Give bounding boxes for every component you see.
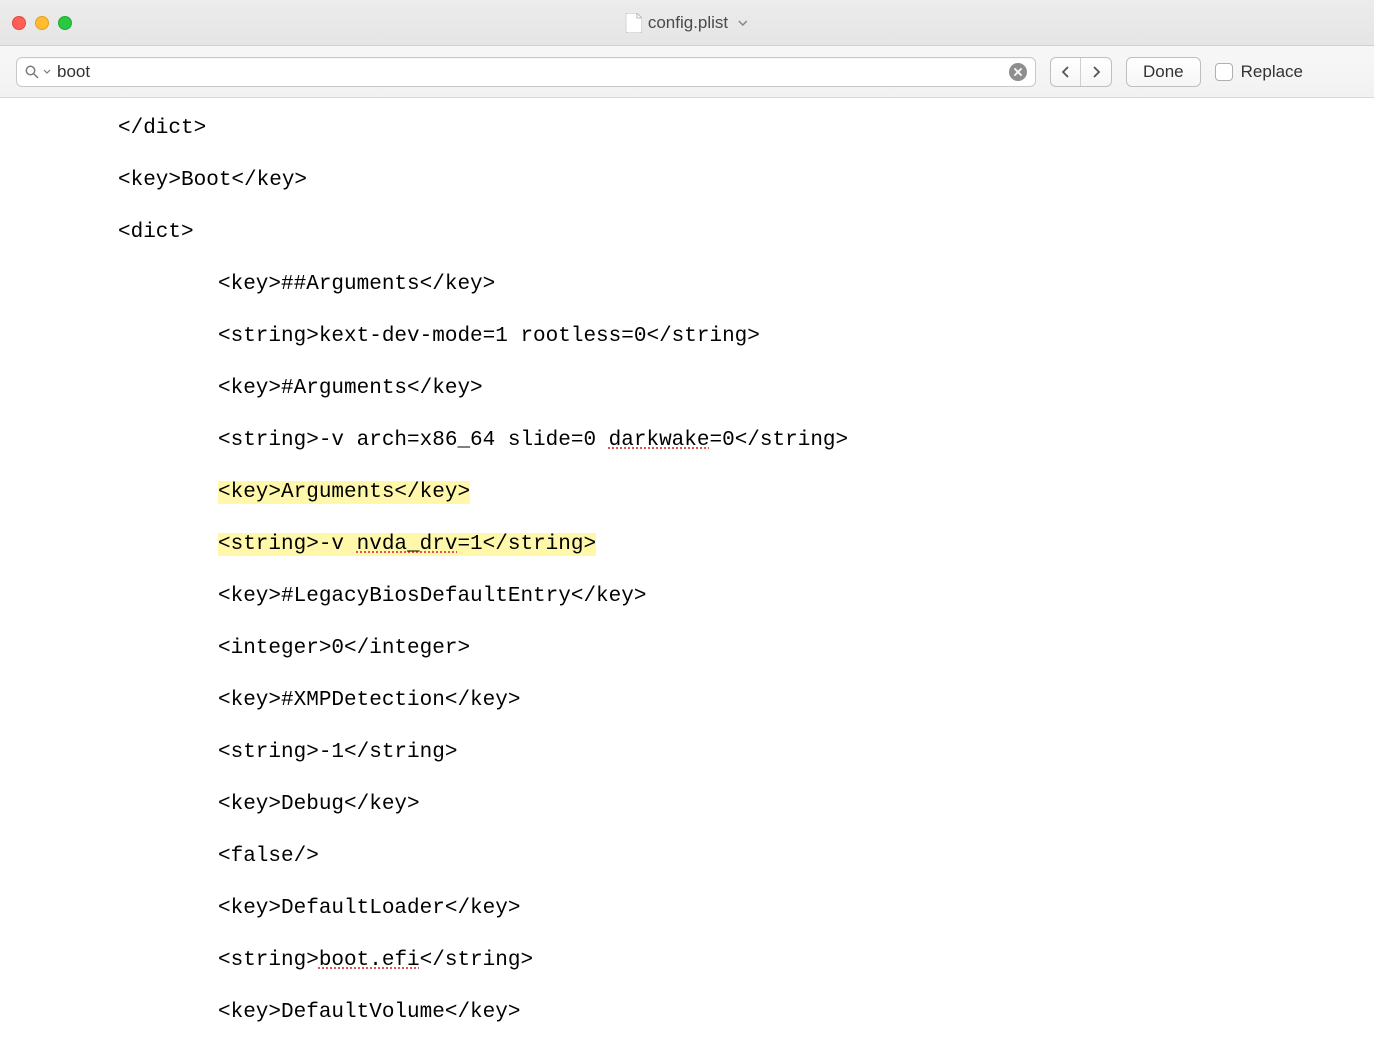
code-line[interactable]: <key>Arguments</key> bbox=[118, 480, 1374, 506]
code-line[interactable]: <key>#XMPDetection</key> bbox=[118, 688, 1374, 714]
code-line[interactable]: <key>Boot</key> bbox=[118, 168, 1374, 194]
find-next-button[interactable] bbox=[1081, 58, 1111, 86]
search-box[interactable] bbox=[16, 57, 1036, 87]
code-line[interactable]: <key>DefaultVolume</key> bbox=[118, 1000, 1374, 1026]
replace-toggle: Replace bbox=[1215, 62, 1303, 82]
code-line[interactable]: <string>-v nvda_drv=1</string> bbox=[118, 532, 1374, 558]
spell-wave: nvda_drv bbox=[357, 533, 458, 556]
window-title[interactable]: config.plist bbox=[626, 13, 748, 33]
code-line[interactable]: <key>Debug</key> bbox=[118, 792, 1374, 818]
code-line[interactable]: <dict> bbox=[118, 220, 1374, 246]
search-options-chevron-icon[interactable] bbox=[43, 66, 51, 77]
prev-next-segment bbox=[1050, 57, 1112, 87]
highlighted-text: <key>Arguments</key> bbox=[218, 481, 470, 504]
clear-search-button[interactable] bbox=[1009, 63, 1027, 81]
code-line[interactable]: <string>boot.efi</string> bbox=[118, 948, 1374, 974]
code-line[interactable]: <key>#Arguments</key> bbox=[118, 376, 1374, 402]
code-line[interactable]: <key>##Arguments</key> bbox=[118, 272, 1374, 298]
highlighted-text: <string>-v nvda_drv=1</string> bbox=[218, 533, 596, 556]
text-editor[interactable]: </dict> <key>Boot</key> <dict> <key>##Ar… bbox=[0, 98, 1374, 1052]
code-line[interactable]: <false/> bbox=[118, 844, 1374, 870]
spell-wave: boot.efi bbox=[319, 949, 420, 972]
titlebar: config.plist bbox=[0, 0, 1374, 46]
code-line[interactable]: <string>kext-dev-mode=1 rootless=0</stri… bbox=[118, 324, 1374, 350]
document-icon bbox=[626, 13, 642, 33]
find-prev-button[interactable] bbox=[1051, 58, 1081, 86]
close-window-button[interactable] bbox=[12, 16, 26, 30]
code-line[interactable]: <string>-v arch=x86_64 slide=0 darkwake=… bbox=[118, 428, 1374, 454]
spell-wave: darkwake bbox=[609, 429, 710, 452]
code-line[interactable]: </dict> bbox=[118, 116, 1374, 142]
chevron-down-icon[interactable] bbox=[738, 17, 748, 29]
window-controls bbox=[12, 16, 72, 30]
search-icon[interactable] bbox=[25, 65, 39, 79]
code-line[interactable]: <key>DefaultLoader</key> bbox=[118, 896, 1374, 922]
done-button[interactable]: Done bbox=[1126, 57, 1201, 87]
minimize-window-button[interactable] bbox=[35, 16, 49, 30]
code-line[interactable]: <string>-1</string> bbox=[118, 740, 1374, 766]
filename: config.plist bbox=[648, 13, 728, 33]
code-line[interactable]: <integer>0</integer> bbox=[118, 636, 1374, 662]
replace-checkbox[interactable] bbox=[1215, 63, 1233, 81]
zoom-window-button[interactable] bbox=[58, 16, 72, 30]
find-bar: Done Replace bbox=[0, 46, 1374, 98]
search-input[interactable] bbox=[57, 62, 1003, 82]
code-line[interactable]: <key>#LegacyBiosDefaultEntry</key> bbox=[118, 584, 1374, 610]
replace-label: Replace bbox=[1241, 62, 1303, 82]
